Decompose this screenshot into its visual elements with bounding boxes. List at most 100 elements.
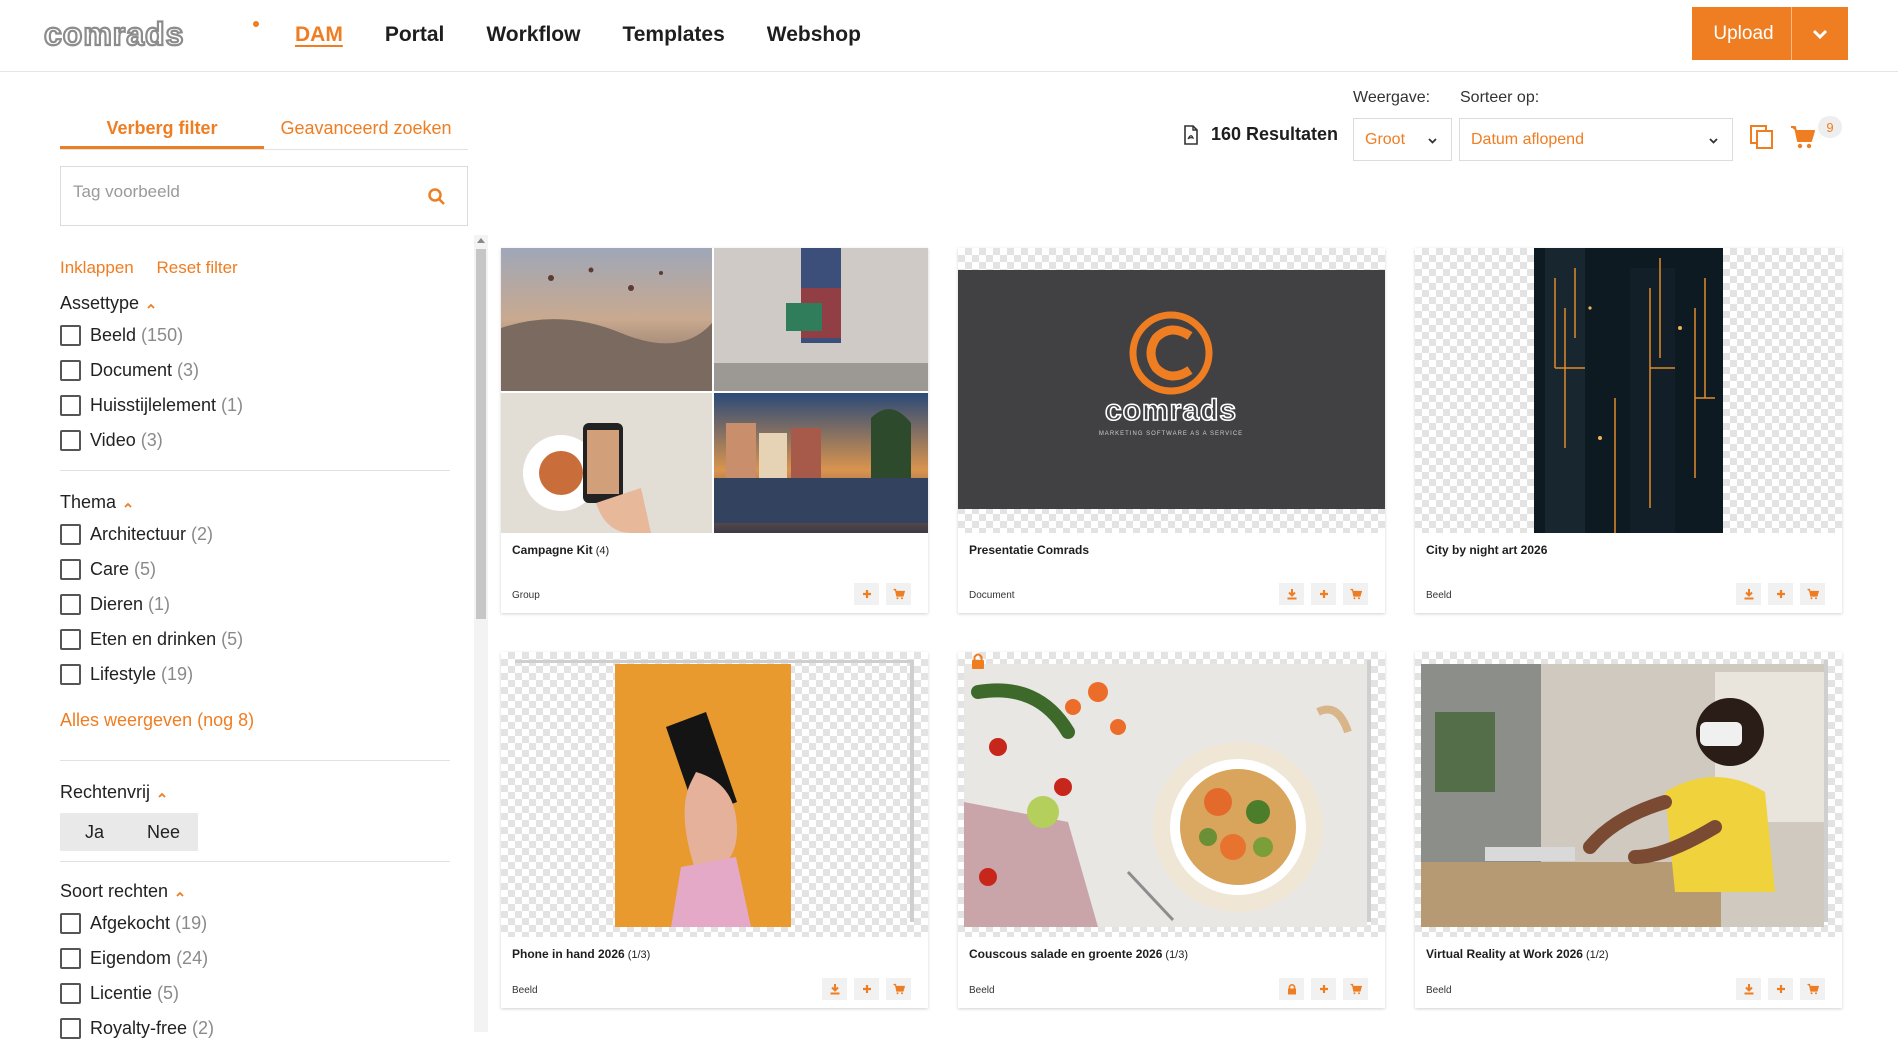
toggle-yes-button[interactable]: Ja [60, 813, 129, 851]
add-to-collection-button[interactable] [1768, 583, 1793, 605]
asset-card[interactable]: comrads MARKETING SOFTWARE AS A SERVICE … [958, 248, 1385, 613]
add-to-cart-button[interactable] [1343, 978, 1368, 1000]
nav-workflow[interactable]: Workflow [486, 23, 580, 47]
asset-thumbnail[interactable] [501, 652, 928, 937]
asset-thumbnail[interactable] [1415, 248, 1842, 533]
asset-card[interactable]: Phone in hand 2026 (1/3) Beeld [501, 652, 928, 1008]
checkbox[interactable] [60, 360, 81, 381]
search-icon[interactable] [427, 187, 447, 207]
checkbox[interactable] [60, 559, 81, 580]
card-actions [847, 583, 911, 605]
filter-tabs: Verberg filter Geavanceerd zoeken [60, 100, 468, 150]
filter-option-lifestyle[interactable]: Lifestyle (19) [60, 657, 460, 692]
add-to-cart-button[interactable] [1800, 978, 1825, 1000]
sort-select[interactable]: Datum aflopend [1459, 118, 1733, 161]
asset-thumbnail[interactable] [501, 248, 928, 533]
download-icon [1287, 589, 1296, 600]
checkbox[interactable] [60, 325, 81, 346]
option-count: (19) [161, 664, 194, 684]
group-thema-header[interactable]: Thema [60, 487, 460, 517]
filter-option-architectuur[interactable]: Architectuur (2) [60, 517, 460, 552]
locked-button[interactable] [1279, 978, 1304, 1000]
nav-dam[interactable]: DAM [295, 23, 343, 47]
asset-card[interactable]: Couscous salade en groente 2026 (1/3) Bee… [958, 652, 1385, 1008]
filter-option-huisstijlelement[interactable]: Huisstijlelement (1) [60, 388, 460, 423]
asset-card[interactable]: Virtual Reality at Work 2026 (1/2) Beeld [1415, 652, 1842, 1008]
group-assettype-header[interactable]: Assettype [60, 288, 460, 318]
checkbox[interactable] [60, 594, 81, 615]
cart-icon [893, 588, 905, 600]
upload-button[interactable]: Upload [1692, 7, 1848, 60]
tab-hide-filter[interactable]: Verberg filter [60, 100, 264, 149]
cart-icon[interactable] [1790, 124, 1816, 150]
add-to-cart-button[interactable] [886, 978, 911, 1000]
view-label: Weergave: [1353, 89, 1431, 106]
checkbox[interactable] [60, 524, 81, 545]
cart-icon [1807, 983, 1819, 995]
filter-option-afgekocht[interactable]: Afgekocht (19) [60, 906, 460, 941]
checkbox[interactable] [60, 395, 81, 416]
nav-webshop[interactable]: Webshop [767, 23, 861, 47]
group-soort-rechten-header[interactable]: Soort rechten [60, 876, 460, 906]
add-to-collection-button[interactable] [854, 978, 879, 1000]
add-to-collection-button[interactable] [1311, 583, 1336, 605]
filter-option-eten-en-drinken[interactable]: Eten en drinken (5) [60, 622, 460, 657]
checkbox[interactable] [60, 430, 81, 451]
chevron-down-icon[interactable] [1792, 7, 1848, 60]
asset-card[interactable]: Campagne Kit (4) Group [501, 248, 928, 613]
tab-advanced-search[interactable]: Geavanceerd zoeken [264, 100, 468, 149]
chevron-up-icon [147, 303, 155, 309]
asset-thumbnail[interactable]: comrads MARKETING SOFTWARE AS A SERVICE [958, 248, 1385, 533]
cart-count-badge: 9 [1818, 116, 1842, 138]
download-button[interactable] [1279, 583, 1304, 605]
filter-option-dieren[interactable]: Dieren (1) [60, 587, 460, 622]
checkbox[interactable] [60, 629, 81, 650]
collapse-link[interactable]: Inklappen [60, 258, 134, 277]
checkbox[interactable] [60, 948, 81, 969]
sidebar-scrollbar[interactable] [474, 235, 488, 1032]
pdf-icon[interactable] [1183, 124, 1199, 145]
asset-title: Couscous salade en groente 2026 (1/3) [969, 947, 1188, 961]
tag-search-input[interactable] [73, 177, 413, 207]
nav-templates[interactable]: Templates [622, 23, 724, 47]
filter-links: Inklappen Reset filter [60, 258, 460, 288]
asset-card[interactable]: City by night art 2026 Beeld [1415, 248, 1842, 613]
add-to-collection-button[interactable] [854, 583, 879, 605]
option-label: Licentie [90, 983, 153, 1003]
show-all-link[interactable]: Alles weergeven (nog 8) [60, 710, 460, 740]
reset-filter-link[interactable]: Reset filter [156, 258, 237, 277]
toggle-no-button[interactable]: Nee [129, 813, 198, 851]
download-button[interactable] [1736, 978, 1761, 1000]
checkbox[interactable] [60, 1018, 81, 1039]
add-to-cart-button[interactable] [1343, 583, 1368, 605]
add-to-cart-button[interactable] [886, 583, 911, 605]
add-to-collection-button[interactable] [1768, 978, 1793, 1000]
copy-icon[interactable] [1749, 124, 1775, 150]
checkbox[interactable] [60, 913, 81, 934]
checkbox[interactable] [60, 983, 81, 1004]
scrollbar-thumb[interactable] [476, 249, 486, 619]
filter-option-video[interactable]: Video (3) [60, 423, 460, 458]
filter-sidebar: Verberg filter Geavanceerd zoeken Inklap… [60, 100, 470, 1039]
nav-portal[interactable]: Portal [385, 23, 445, 47]
add-to-cart-button[interactable] [1800, 583, 1825, 605]
download-button[interactable] [1736, 583, 1761, 605]
scroll-up-icon[interactable] [477, 238, 485, 243]
asset-thumbnail[interactable] [958, 652, 1385, 937]
comrads-logo[interactable]: comrads [44, 18, 264, 52]
filter-option-eigendom[interactable]: Eigendom (24) [60, 941, 460, 976]
filter-option-care[interactable]: Care (5) [60, 552, 460, 587]
filter-option-licentie[interactable]: Licentie (5) [60, 976, 460, 1011]
asset-thumbnail[interactable] [1415, 652, 1842, 937]
add-to-collection-button[interactable] [1311, 978, 1336, 1000]
view-size-select[interactable]: Groot [1353, 118, 1452, 161]
filter-option-royalty-free[interactable]: Royalty-free (2) [60, 1011, 460, 1046]
group-rechtenvrij-header[interactable]: Rechtenvrij [60, 777, 460, 807]
filter-option-document[interactable]: Document (3) [60, 353, 460, 388]
filter-option-beeld[interactable]: Beeld (150) [60, 318, 460, 353]
plus-icon [862, 985, 871, 993]
checkbox[interactable] [60, 664, 81, 685]
asset-type: Beeld [1426, 590, 1452, 601]
download-button[interactable] [822, 978, 847, 1000]
sort-value: Datum aflopend [1471, 130, 1584, 148]
